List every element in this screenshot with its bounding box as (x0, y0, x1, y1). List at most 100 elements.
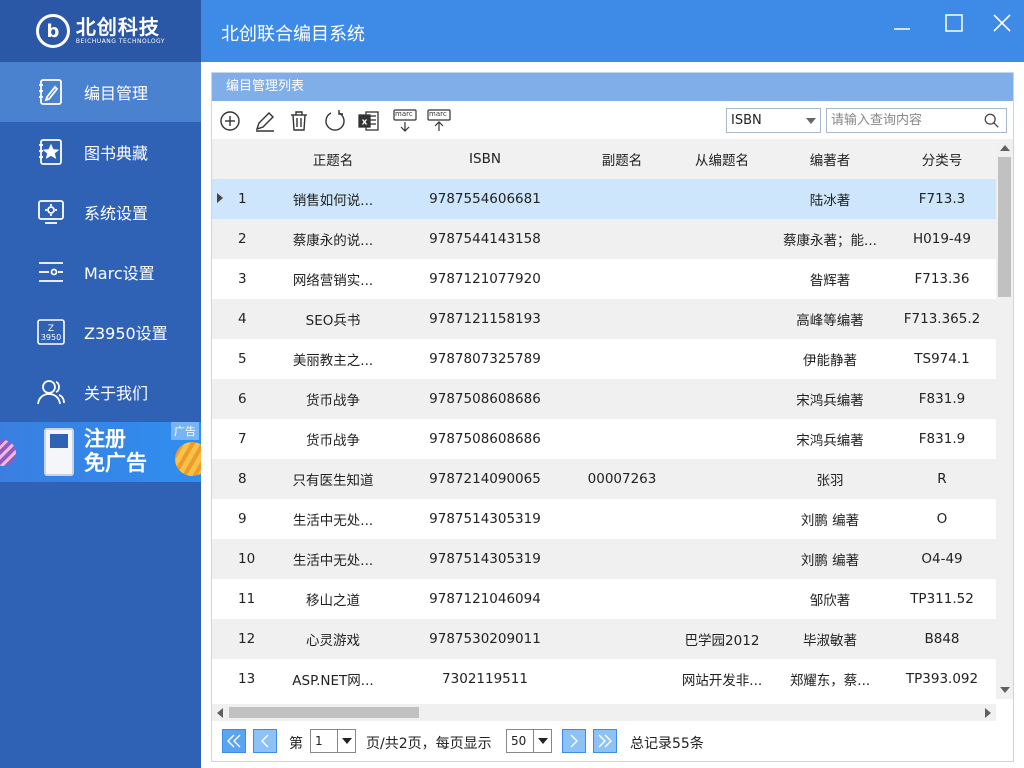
column-header-isbn[interactable]: ISBN (398, 139, 572, 179)
cell-series-title (672, 579, 772, 619)
sidebar-item-z3950-settings[interactable]: Z 3950 Z3950设置 (0, 302, 201, 362)
scroll-left-icon[interactable] (217, 708, 223, 718)
users-icon (36, 377, 66, 407)
sidebar-item-system-settings[interactable]: 系统设置 (0, 182, 201, 242)
cell-subtitle (572, 219, 672, 259)
page-size-select[interactable]: 50 (506, 729, 552, 753)
ad-banner[interactable]: 注册 免广告 广告 (0, 422, 201, 482)
row-marker (212, 419, 228, 459)
sidebar-item-about-us[interactable]: 关于我们 (0, 362, 201, 422)
search-icon (984, 113, 999, 128)
column-header-series-title[interactable]: 从编题名 (672, 139, 772, 179)
cell-subtitle (572, 259, 672, 299)
row-marker (212, 539, 228, 579)
table-row[interactable]: 7 货币战争 9787508608686 宋鸿兵编著 F831.9 (212, 419, 996, 459)
row-marker (212, 339, 228, 379)
title-bar: 北创联合编目系统 (201, 0, 1024, 62)
horizontal-scrollbar[interactable] (212, 704, 996, 721)
sidebar-item-label: 图书典藏 (84, 144, 149, 163)
cell-number: 11 (228, 579, 268, 619)
cell-number: 7 (228, 419, 268, 459)
cell-isbn: 7302119511 (398, 659, 572, 699)
cell-subtitle (572, 419, 672, 459)
column-header-subtitle[interactable]: 副题名 (572, 139, 672, 179)
toolbar: x marc marc ISBN (212, 101, 1013, 139)
column-header-author[interactable]: 编著者 (772, 139, 888, 179)
search-button[interactable] (982, 111, 1002, 131)
horizontal-scroll-thumb[interactable] (229, 707, 419, 718)
edit-icon (255, 112, 274, 132)
cell-classification: F831.9 (888, 379, 996, 419)
first-page-button[interactable] (222, 729, 246, 753)
sidebar-item-catalog-management[interactable]: 编目管理 (0, 62, 201, 122)
search-field-select[interactable]: ISBN (726, 108, 821, 133)
vertical-scroll-thumb[interactable] (998, 157, 1011, 297)
scroll-right-icon[interactable] (985, 708, 991, 718)
table-row[interactable]: 2 蔡康永的说... 9787544143158 蔡康永著；能... H019-49 (212, 219, 996, 259)
next-page-button[interactable] (562, 729, 586, 753)
previous-page-button[interactable] (253, 729, 277, 753)
cell-subtitle (572, 339, 672, 379)
sidebar-item-book-collection[interactable]: 图书典藏 (0, 122, 201, 182)
cell-series-title (672, 299, 772, 339)
table-row[interactable]: 8 只有医生知道 9787214090065 00007263 张羽 R (212, 459, 996, 499)
z3950-icon: Z 3950 (36, 317, 66, 347)
cell-number: 6 (228, 379, 268, 419)
current-page-select[interactable]: 1 (310, 729, 356, 753)
table-row[interactable]: 5 美丽教主之... 9787807325789 伊能静著 TS974.1 (212, 339, 996, 379)
table-row[interactable]: 3 网络营销实... 9787121077920 昝辉著 F713.36 (212, 259, 996, 299)
page-size-value: 50 (511, 734, 527, 748)
marc-import-button[interactable]: marc (392, 108, 418, 134)
brand-name: 北创科技 (75, 15, 160, 39)
cell-series-title (672, 339, 772, 379)
cell-title: 美丽教主之... (268, 339, 398, 379)
sidebar-item-marc-settings[interactable]: Marc设置 (0, 242, 201, 302)
refresh-button[interactable] (322, 108, 348, 134)
table-row[interactable]: 12 心灵游戏 9787530209011 巴学园2012 毕淑敏著 B848 (212, 619, 996, 659)
excel-export-icon: x (358, 111, 379, 131)
edit-button[interactable] (252, 108, 278, 134)
cell-title: 蔡康永的说... (268, 219, 398, 259)
column-header-title[interactable]: 正题名 (268, 139, 398, 179)
cell-series-title (672, 459, 772, 499)
double-chevron-right-icon (598, 734, 612, 748)
cell-title: ASP.NET网... (268, 659, 398, 699)
cell-author: 宋鸿兵编著 (772, 419, 888, 459)
minimize-icon (894, 28, 910, 30)
marc-export-button[interactable]: marc (426, 108, 452, 134)
search-input[interactable] (826, 108, 1007, 133)
maximize-button[interactable] (939, 8, 969, 38)
export-excel-button[interactable]: x (356, 108, 382, 134)
scroll-up-icon[interactable] (1000, 145, 1010, 151)
delete-button[interactable] (286, 108, 312, 134)
add-button[interactable] (217, 108, 243, 134)
table-row[interactable]: 9 生活中无处... 9787514305319 刘鹏 编著 O (212, 499, 996, 539)
minimize-button[interactable] (887, 8, 917, 38)
row-marker (212, 619, 228, 659)
table-row[interactable]: 6 货币战争 9787508608686 宋鸿兵编著 F831.9 (212, 379, 996, 419)
last-page-button[interactable] (593, 729, 617, 753)
table-row[interactable]: 1 销售如何说... 9787554606681 陆冰著 F713.3 (212, 179, 996, 219)
table-row[interactable]: 10 生活中无处... 9787514305319 刘鹏 编著 O4-49 (212, 539, 996, 579)
chevron-down-icon (538, 738, 548, 744)
table-row[interactable]: 11 移山之道 9787121046094 邹欣著 TP311.52 (212, 579, 996, 619)
close-button[interactable] (987, 8, 1017, 38)
cell-number: 5 (228, 339, 268, 379)
cell-author: 伊能静著 (772, 339, 888, 379)
scroll-down-icon[interactable] (1000, 687, 1010, 693)
vertical-scrollbar[interactable] (996, 139, 1013, 699)
cell-number: 3 (228, 259, 268, 299)
table-row[interactable]: 13 ASP.NET网... 7302119511 网站开发非... 郑耀东，蔡... T… (212, 659, 996, 699)
column-header-classification[interactable]: 分类号 (888, 139, 996, 179)
cell-title: SEO兵书 (268, 299, 398, 339)
column-header-marker (212, 139, 228, 179)
chevron-right-icon (570, 734, 578, 748)
page-label: 第 (289, 736, 303, 752)
cell-isbn: 9787121046094 (398, 579, 572, 619)
cell-classification: TS974.1 (888, 339, 996, 379)
cell-isbn: 9787508608686 (398, 379, 572, 419)
cell-author: 郑耀东，蔡... (772, 659, 888, 699)
decorative-ball-icon (175, 442, 201, 476)
table-row[interactable]: 4 SEO兵书 9787121158193 高峰等编著 F713.365.2 (212, 299, 996, 339)
book-star-icon (36, 137, 66, 167)
